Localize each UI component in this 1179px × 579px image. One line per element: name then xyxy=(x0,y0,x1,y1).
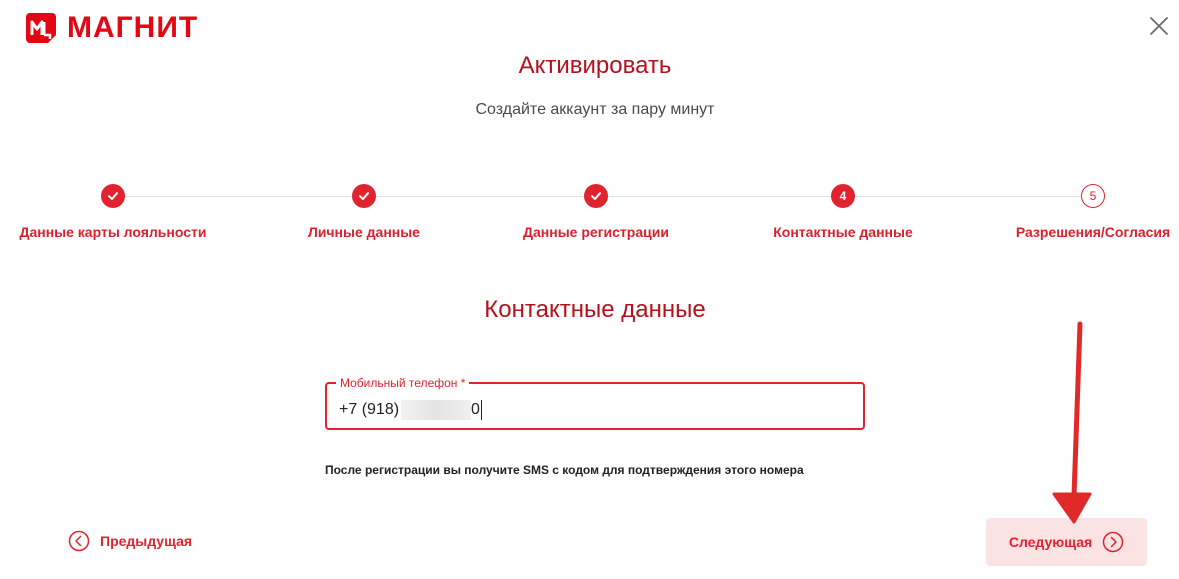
next-button-label: Следующая xyxy=(1008,534,1093,550)
chevron-right-circle-icon xyxy=(1102,531,1124,553)
chevron-left-circle-icon xyxy=(68,530,90,552)
step-4-indicator: 4 xyxy=(831,184,855,208)
phone-value-suffix: 0 xyxy=(471,401,480,418)
magnit-logo-icon xyxy=(26,13,56,43)
page-title: Активировать xyxy=(518,52,672,79)
step-4-label: Контактные данные xyxy=(773,224,913,240)
step-2-label: Личные данные xyxy=(308,224,420,240)
activation-page: МАГНИТ Активировать Создайте аккаунт за … xyxy=(0,0,1179,579)
close-button[interactable] xyxy=(1147,14,1171,38)
close-icon xyxy=(1150,17,1168,35)
phone-value-prefix: +7 (918) xyxy=(339,401,400,418)
phone-field[interactable]: Мобильный телефон * +7 (918) 0 xyxy=(325,376,865,430)
logo-text: МАГНИТ xyxy=(67,11,199,44)
phone-input[interactable]: +7 (918) 0 xyxy=(339,400,482,420)
phone-field-label: Мобильный телефон * xyxy=(336,376,470,390)
next-button[interactable]: Следующая xyxy=(986,518,1147,566)
step-5-indicator: 5 xyxy=(1081,184,1105,208)
step-3-indicator xyxy=(584,184,608,208)
magnit-logo[interactable]: МАГНИТ xyxy=(24,11,198,45)
check-icon xyxy=(108,192,118,200)
step-5-label: Разрешения/Согласия xyxy=(1015,224,1171,240)
redacted-digits xyxy=(401,400,472,420)
previous-button-label: Предыдущая xyxy=(100,533,193,549)
text-caret xyxy=(480,400,482,420)
step-2-indicator xyxy=(352,184,376,208)
step-1-indicator xyxy=(101,184,125,208)
check-icon xyxy=(591,192,601,200)
step-1-label: Данные карты лояльности xyxy=(19,224,207,240)
annotation-arrow-icon xyxy=(1052,321,1092,524)
step-3-label: Данные регистрации xyxy=(523,224,669,240)
sms-hint: После регистрации вы получите SMS с кодо… xyxy=(325,463,804,477)
section-title: Контактные данные xyxy=(484,296,706,323)
previous-button[interactable]: Предыдущая xyxy=(68,530,192,552)
check-icon xyxy=(359,192,369,200)
page-subtitle: Создайте аккаунт за пару минут xyxy=(475,101,715,118)
